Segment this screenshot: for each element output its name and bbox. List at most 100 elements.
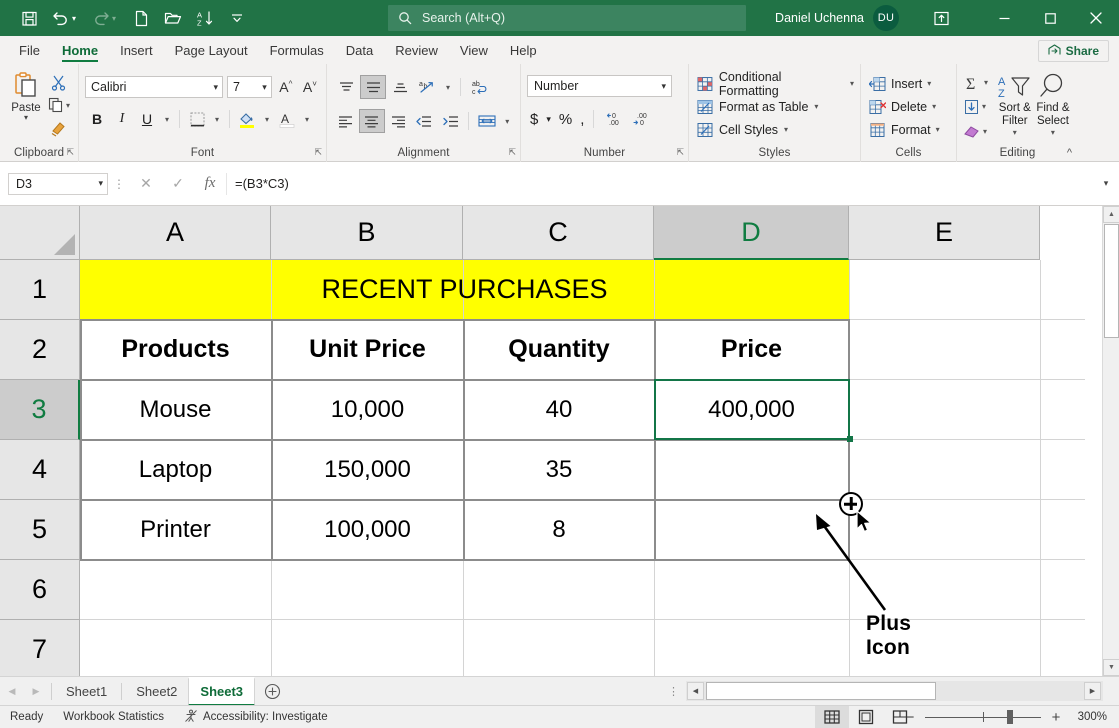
font-dialog-launcher[interactable]: ⇱	[314, 147, 322, 158]
borders-button[interactable]	[185, 107, 209, 131]
tab-formulas[interactable]: Formulas	[259, 36, 335, 64]
sheet-tab-sheet2[interactable]: Sheet2	[125, 677, 188, 705]
row-header-4[interactable]: 4	[0, 440, 80, 500]
vertical-scroll-thumb[interactable]	[1104, 224, 1119, 338]
column-header-c[interactable]: C	[463, 206, 654, 260]
top-align-button[interactable]	[333, 75, 359, 99]
increase-indent-button[interactable]	[438, 109, 463, 133]
fill-color-button[interactable]	[235, 107, 259, 131]
row-header-7[interactable]: 7	[0, 620, 80, 676]
copy-dropdown-icon[interactable]: ▾	[66, 101, 70, 110]
accessibility-button[interactable]: Accessibility: Investigate	[174, 709, 338, 726]
horizontal-scroll-thumb[interactable]	[706, 682, 936, 700]
paste-button[interactable]: Paste ▾	[6, 68, 46, 142]
center-align-button[interactable]	[359, 109, 384, 133]
paste-dropdown-icon[interactable]: ▾	[24, 114, 28, 121]
row-header-6[interactable]: 6	[0, 560, 80, 620]
bold-button[interactable]: B	[85, 107, 109, 131]
merge-and-center-button[interactable]	[474, 109, 499, 133]
tab-help[interactable]: Help	[499, 36, 548, 64]
ribbon-display-options-icon[interactable]	[921, 0, 961, 36]
maximize-button[interactable]	[1027, 0, 1073, 36]
cell-a2[interactable]: Products	[80, 320, 271, 379]
name-box[interactable]: D3 ▾	[8, 173, 108, 195]
accounting-format-button[interactable]: $	[527, 107, 541, 131]
font-color-dropdown-icon[interactable]: ▾	[300, 107, 314, 131]
font-color-button[interactable]: A	[275, 107, 299, 131]
cell-d3[interactable]: 400,000	[655, 380, 848, 439]
spreadsheet-grid[interactable]: A B C D E 1 2 3 4 5 6 7	[0, 206, 1119, 676]
delete-cells-button[interactable]: Delete ▾	[867, 95, 950, 118]
cell-d2[interactable]: Price	[655, 320, 848, 379]
cell-c4[interactable]: 35	[464, 440, 654, 499]
formula-input[interactable]: =(B3*C3)	[226, 173, 1093, 195]
alignment-dialog-launcher[interactable]: ⇱	[508, 147, 516, 158]
borders-dropdown-icon[interactable]: ▾	[210, 107, 224, 131]
underline-button[interactable]: U	[135, 107, 159, 131]
cancel-edit-icon[interactable]: ✕	[130, 172, 162, 196]
horizontal-scrollbar[interactable]: ◀ ▶	[686, 681, 1103, 701]
format-cells-button[interactable]: Format ▾	[867, 118, 950, 141]
next-sheet-icon[interactable]: ▶	[24, 686, 48, 697]
save-icon[interactable]	[14, 4, 44, 32]
zoom-slider-thumb[interactable]	[1007, 710, 1013, 724]
zoom-out-button[interactable]: −	[903, 709, 917, 726]
customize-qat-icon[interactable]	[222, 4, 252, 32]
tab-home[interactable]: Home	[51, 36, 109, 64]
collapse-ribbon-icon[interactable]: ^	[1067, 147, 1072, 159]
avatar[interactable]: DU	[873, 5, 899, 31]
fill-handle[interactable]	[847, 436, 853, 442]
confirm-edit-icon[interactable]: ✓	[162, 172, 194, 196]
increase-decimal-button[interactable]: .000	[600, 107, 626, 131]
clear-button[interactable]: ▾	[963, 121, 996, 142]
cell-d4[interactable]	[655, 440, 848, 499]
cell-a3[interactable]: Mouse	[80, 380, 271, 439]
decrease-font-size-button[interactable]: A˅	[300, 79, 320, 95]
accounting-dropdown-icon[interactable]: ▾	[543, 107, 554, 131]
format-as-table-button[interactable]: Format as Table ▾	[695, 95, 854, 118]
add-sheet-icon[interactable]	[255, 683, 289, 700]
number-dialog-launcher[interactable]: ⇱	[676, 147, 684, 158]
find-and-select-button[interactable]: Find & Select ▾	[1034, 72, 1072, 142]
new-file-icon[interactable]	[126, 4, 156, 32]
insert-function-icon[interactable]: fx	[194, 172, 226, 196]
font-name-select[interactable]: Calibri ▾	[85, 76, 223, 98]
cell-b5[interactable]: 100,000	[272, 500, 463, 559]
minimize-button[interactable]	[981, 0, 1027, 36]
italic-button[interactable]: I	[110, 107, 134, 131]
tab-view[interactable]: View	[449, 36, 499, 64]
tab-data[interactable]: Data	[335, 36, 384, 64]
percent-style-button[interactable]: %	[556, 107, 575, 131]
wrap-text-button[interactable]: abc	[466, 75, 492, 99]
cell-c3[interactable]: 40	[464, 380, 654, 439]
cell-b4[interactable]: 150,000	[272, 440, 463, 499]
underline-dropdown-icon[interactable]: ▾	[160, 107, 174, 131]
scroll-left-icon[interactable]: ◀	[687, 682, 704, 700]
cell-d5[interactable]	[655, 500, 848, 559]
number-format-select[interactable]: Number ▾	[527, 75, 672, 97]
insert-cells-button[interactable]: Insert ▾	[867, 72, 950, 95]
cell-a5[interactable]: Printer	[80, 500, 271, 559]
share-button[interactable]: Share	[1038, 40, 1109, 62]
zoom-in-button[interactable]: +	[1049, 709, 1063, 726]
comma-style-button[interactable]: ,	[577, 107, 587, 131]
page-layout-view-button[interactable]	[849, 706, 883, 728]
undo-dropdown-icon[interactable]: ▾	[72, 14, 84, 23]
middle-align-button[interactable]	[360, 75, 386, 99]
tab-file[interactable]: File	[8, 36, 51, 64]
sort-and-filter-button[interactable]: AZ Sort & Filter ▾	[996, 72, 1034, 142]
cut-button[interactable]	[50, 72, 67, 92]
column-header-d[interactable]: D	[654, 206, 849, 260]
tab-page-layout[interactable]: Page Layout	[164, 36, 259, 64]
conditional-formatting-button[interactable]: Conditional Formatting ▾	[695, 72, 854, 95]
sort-az-icon[interactable]: AZ	[190, 4, 220, 32]
clipboard-dialog-launcher[interactable]: ⇱	[66, 147, 74, 158]
align-right-button[interactable]	[386, 109, 411, 133]
cell-a4[interactable]: Laptop	[80, 440, 271, 499]
font-size-select[interactable]: 7 ▾	[227, 76, 272, 98]
orientation-dropdown-icon[interactable]: ▾	[441, 75, 455, 99]
sheet-tab-sheet1[interactable]: Sheet1	[55, 677, 118, 705]
cell-styles-button[interactable]: Cell Styles ▾	[695, 118, 854, 141]
row-header-1[interactable]: 1	[0, 260, 80, 320]
row-header-3[interactable]: 3	[0, 380, 80, 440]
